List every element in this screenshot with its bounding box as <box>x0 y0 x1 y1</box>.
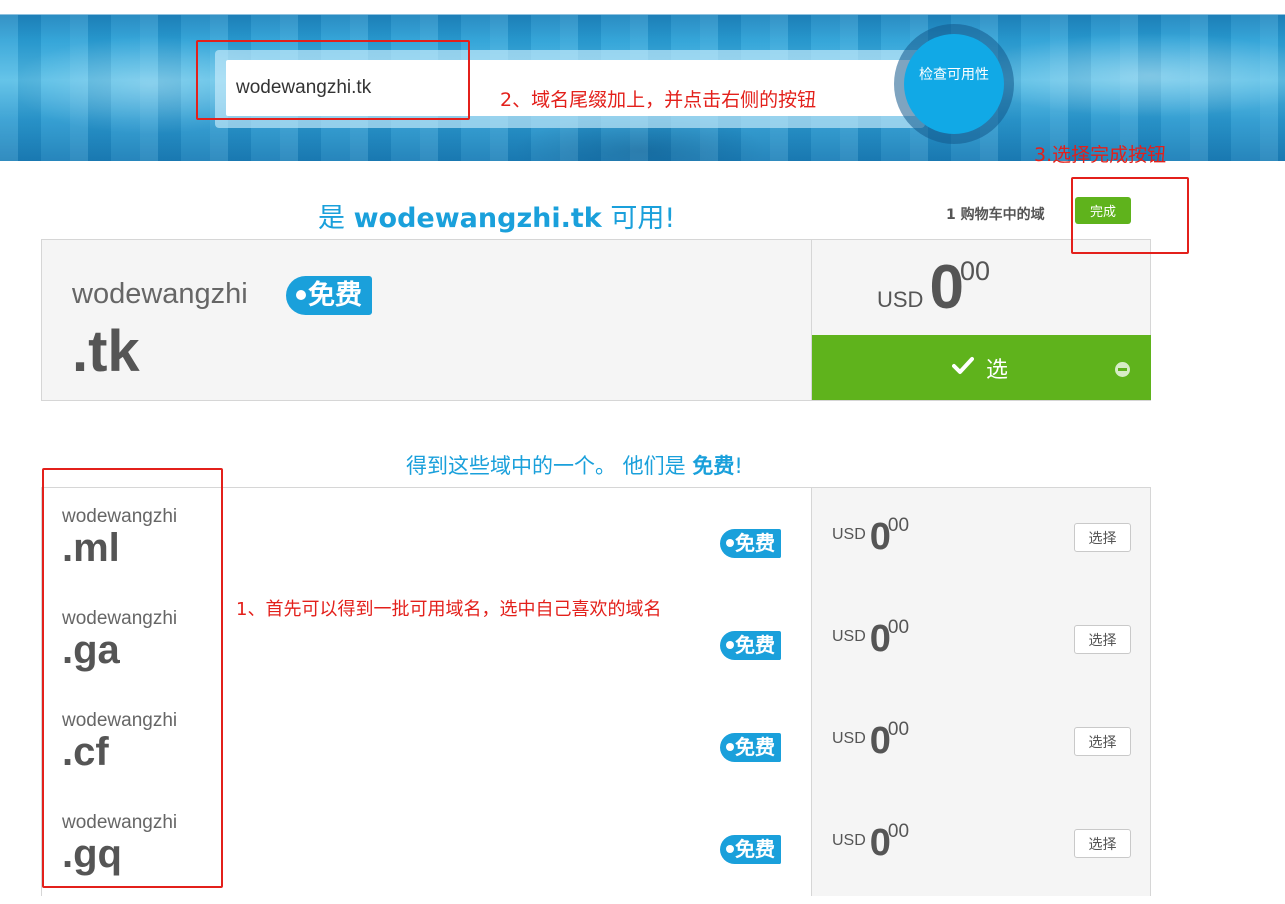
suggestion-price: USD 000 <box>832 617 910 661</box>
price-currency: USD <box>832 628 866 645</box>
price-currency: USD <box>832 526 866 543</box>
check-availability-button[interactable]: 检查可用性 <box>904 34 1004 134</box>
suggestions-title-free: 免费 <box>692 454 735 478</box>
suggestion-price-panel: USD 000 选择 <box>811 488 1150 590</box>
main-price: USD000 <box>877 252 990 332</box>
annotation-step2: 2、域名尾缀加上，并点击右侧的按钮 <box>500 89 817 111</box>
choose-button[interactable]: 选择 <box>1074 523 1131 552</box>
annotation-step1: 1、首先可以得到一批可用域名，选中自己喜欢的域名 <box>236 599 662 620</box>
price-cents: 00 <box>887 719 910 740</box>
availability-title: 是 wodewangzhi.tk 可用! <box>318 196 675 235</box>
price-currency: USD <box>877 286 924 312</box>
main-domain-tld: .tk <box>72 319 140 384</box>
suggestion-price: USD 000 <box>832 515 910 559</box>
free-badge-label: 免费 <box>735 837 775 861</box>
availability-title-suffix: 可用! <box>610 203 676 234</box>
badge-dot-icon <box>726 743 734 751</box>
suggestion-price: USD 000 <box>832 821 910 865</box>
free-badge: 免费 <box>720 733 781 762</box>
checkmark-icon <box>952 357 974 374</box>
price-cents: 00 <box>887 821 910 842</box>
choose-button[interactable]: 选择 <box>1074 625 1131 654</box>
free-badge: 免费 <box>720 631 781 660</box>
main-domain-name: wodewangzhi <box>72 278 248 310</box>
main-price-panel: USD000 选 <box>811 240 1151 400</box>
price-cents: 00 <box>887 515 910 536</box>
free-badge-label: 免费 <box>735 531 775 555</box>
main-domain-card: wodewangzhi 免费 .tk USD000 选 <box>41 239 1151 401</box>
badge-dot-icon <box>296 289 306 300</box>
free-badge-label: 免费 <box>308 280 362 311</box>
badge-dot-icon <box>726 845 734 853</box>
suggestion-price-panel: USD 000 选择 <box>811 794 1150 896</box>
free-badge-label: 免费 <box>735 633 775 657</box>
free-badge: 免费 <box>286 276 372 315</box>
price-cents: 00 <box>959 256 990 286</box>
annotation-box-suggestions <box>42 468 223 888</box>
choose-button[interactable]: 选择 <box>1074 829 1131 858</box>
free-badge: 免费 <box>720 835 781 864</box>
main-domain-info: wodewangzhi 免费 .tk <box>42 240 811 400</box>
suggestions-title: 得到这些域中的一个。 他们是 免费! <box>406 450 743 480</box>
annotation-step3: 3.选择完成按钮 <box>1034 144 1167 166</box>
free-badge-label: 免费 <box>735 735 775 759</box>
availability-title-prefix: 是 <box>318 203 345 234</box>
suggestion-price-panel: USD 000 选择 <box>811 590 1150 692</box>
select-button-label: 选 <box>986 358 1009 383</box>
availability-title-domain: wodewangzhi.tk <box>353 203 602 234</box>
suggestion-price: USD 000 <box>832 719 910 763</box>
badge-dot-icon <box>726 539 734 547</box>
select-domain-button[interactable]: 选 <box>812 335 1151 400</box>
price-cents: 00 <box>887 617 910 638</box>
price-whole: 0 <box>929 253 964 322</box>
annotation-box-done <box>1071 177 1189 254</box>
free-badge: 免费 <box>720 529 781 558</box>
badge-dot-icon <box>726 641 734 649</box>
price-currency: USD <box>832 730 866 747</box>
suggestions-title-text: 得到这些域中的一个。 他们是 <box>406 454 686 478</box>
cart-count: 1 购物车中的域 <box>946 207 1045 223</box>
price-currency: USD <box>832 832 866 849</box>
choose-button[interactable]: 选择 <box>1074 727 1131 756</box>
annotation-box-search <box>196 40 470 120</box>
suggestion-price-panel: USD 000 选择 <box>811 692 1150 794</box>
remove-icon[interactable] <box>1115 362 1130 377</box>
suggestions-title-end: ! <box>734 454 743 478</box>
